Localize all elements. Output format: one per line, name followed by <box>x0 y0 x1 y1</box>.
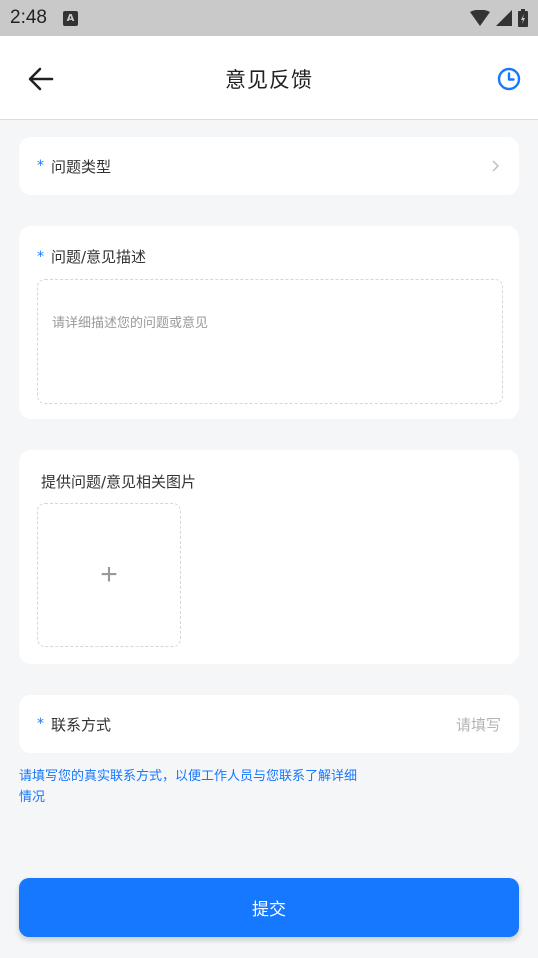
problem-type-label: 问题类型 <box>51 157 112 176</box>
add-image-button[interactable]: + <box>37 503 181 647</box>
required-mark: * <box>37 248 44 265</box>
required-mark: * <box>37 158 44 174</box>
submit-button[interactable]: 提交 <box>19 878 519 937</box>
signal-icon <box>496 10 512 26</box>
chevron-right-icon <box>492 160 500 172</box>
status-indicators <box>470 9 528 27</box>
page-title: 意见反馈 <box>225 68 313 92</box>
description-textarea[interactable]: 请详细描述您的问题或意见 <box>37 279 503 404</box>
status-bar: 2:48 A <box>0 0 538 36</box>
notification-icon: A <box>62 10 78 26</box>
required-mark: * <box>37 716 44 732</box>
app-header: 意见反馈 <box>0 36 538 120</box>
description-placeholder: 请详细描述您的问题或意见 <box>52 316 209 331</box>
contact-input[interactable]: 请填写 <box>456 714 501 735</box>
description-label: 问题/意见描述 <box>51 248 147 266</box>
status-time: 2:48 <box>10 7 47 28</box>
contact-hint: 请填写您的真实联系方式，以便工作人员与您联系了解详细情况 <box>19 769 358 805</box>
images-card: 提供问题/意见相关图片 + <box>19 450 519 664</box>
battery-icon <box>518 9 528 27</box>
plus-icon: + <box>100 558 118 591</box>
contact-field: * 联系方式 请填写 <box>19 695 519 753</box>
history-button[interactable] <box>496 66 522 92</box>
wifi-icon <box>470 10 490 26</box>
description-card: * 问题/意见描述 请详细描述您的问题或意见 <box>19 226 519 419</box>
images-label: 提供问题/意见相关图片 <box>41 473 197 491</box>
problem-type-field[interactable]: * 问题类型 <box>19 137 519 195</box>
clock-icon <box>497 67 521 91</box>
contact-label: 联系方式 <box>51 715 112 734</box>
